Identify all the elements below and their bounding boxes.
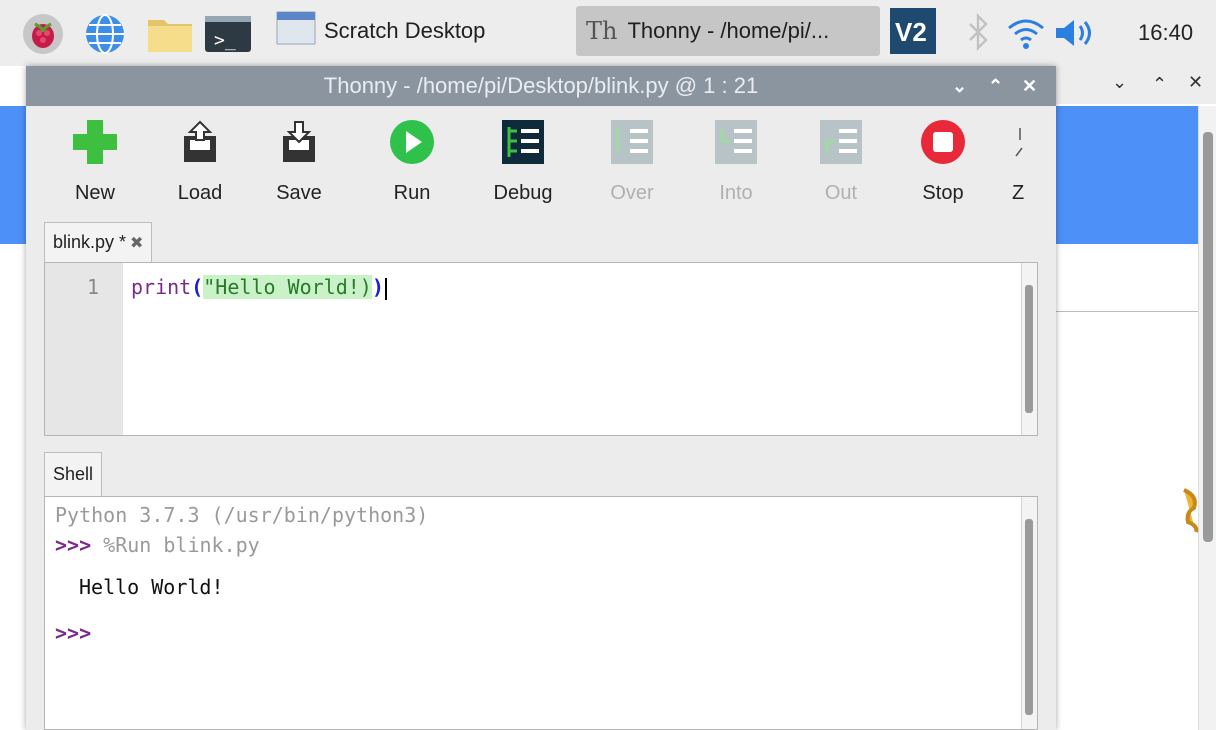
- step-over-icon: [607, 116, 657, 168]
- shell-command-line: >>> %Run blink.py: [55, 533, 260, 557]
- toolbar: New Load Save Run Debug Over Into Out St…: [26, 106, 1056, 216]
- step-out-label: Out: [824, 182, 858, 204]
- editor-scrollbar-thumb[interactable]: [1025, 285, 1033, 413]
- minimize-icon[interactable]: ⌄: [952, 76, 967, 97]
- terminal-icon[interactable]: >_: [204, 14, 252, 54]
- tab-blink-py[interactable]: blink.py * ✖: [44, 222, 153, 262]
- maximize-icon[interactable]: ⌃: [1152, 74, 1167, 95]
- close-icon[interactable]: ✕: [1022, 76, 1037, 97]
- svg-text:V2: V2: [895, 17, 927, 47]
- stop-button[interactable]: Stop: [898, 116, 988, 216]
- load-icon: [175, 116, 225, 168]
- shell-scrollbar[interactable]: [1021, 497, 1037, 729]
- run-play-icon: [387, 116, 437, 168]
- close-icon[interactable]: ✕: [1188, 72, 1203, 93]
- window-title: Thonny - /home/pi/Desktop/blink.py @ 1 :…: [323, 73, 759, 98]
- zoom-button[interactable]: Z: [1012, 116, 1042, 216]
- background-window-right: ⌄ ⌃ ✕: [1040, 66, 1216, 730]
- code-open-paren: (: [191, 275, 204, 299]
- window-titlebar[interactable]: Thonny - /home/pi/Desktop/blink.py @ 1 :…: [26, 66, 1056, 106]
- text-cursor: [384, 277, 387, 300]
- zoom-label: Z: [1012, 182, 1025, 204]
- thonny-window: Thonny - /home/pi/Desktop/blink.py @ 1 :…: [26, 66, 1056, 730]
- file-manager-folder-icon[interactable]: [146, 14, 194, 54]
- bluetooth-icon[interactable]: [966, 12, 990, 52]
- background-scrollbar-thumb[interactable]: [1203, 132, 1213, 542]
- step-out-button[interactable]: Out: [796, 116, 886, 216]
- save-icon: [274, 116, 324, 168]
- volume-icon[interactable]: [1054, 16, 1096, 50]
- raspberry-menu-icon[interactable]: [22, 13, 64, 55]
- stop-label: Stop: [922, 182, 964, 204]
- new-plus-icon: [70, 116, 120, 168]
- task-thonny[interactable]: Th Thonny - /home/pi/...: [576, 6, 880, 56]
- run-label: Run: [393, 182, 431, 204]
- clock: 16:40: [1138, 20, 1194, 45]
- editor-scrollbar[interactable]: [1021, 263, 1037, 435]
- step-over-button[interactable]: Over: [587, 116, 677, 216]
- background-divider: [1040, 244, 1200, 312]
- shell-banner: Python 3.7.3 (/usr/bin/python3): [55, 503, 429, 527]
- stop-icon: [918, 116, 968, 168]
- save-label: Save: [276, 182, 322, 204]
- shell-prompt: >>>: [55, 533, 92, 557]
- shell-output: Hello World!: [79, 575, 224, 599]
- wifi-icon[interactable]: [1006, 16, 1046, 50]
- taskbar: >_ Scratch Desktop Th Thonny - /home/pi/…: [0, 0, 1216, 66]
- load-button[interactable]: Load: [155, 116, 245, 216]
- new-button[interactable]: New: [50, 116, 140, 216]
- step-into-label: Into: [719, 182, 753, 204]
- new-label: New: [74, 182, 115, 204]
- step-over-label: Over: [610, 182, 654, 204]
- load-label: Load: [177, 182, 223, 204]
- background-banner: [1040, 106, 1200, 244]
- task-label: Scratch Desktop: [324, 18, 486, 43]
- debug-button[interactable]: Debug: [478, 116, 568, 216]
- task-scratch-desktop[interactable]: Scratch Desktop: [270, 6, 566, 56]
- background-window-titlebar: ⌄ ⌃ ✕: [1040, 66, 1216, 104]
- step-out-icon: [816, 116, 866, 168]
- code-string: "Hello World!): [203, 275, 372, 299]
- shell-command: %Run blink.py: [91, 533, 260, 557]
- close-tab-icon[interactable]: ✖: [130, 233, 143, 253]
- minimize-icon[interactable]: ⌄: [1112, 72, 1127, 93]
- debug-icon: [498, 116, 548, 168]
- code-close-paren: ): [371, 275, 384, 299]
- line-number: 1: [86, 275, 99, 299]
- thonny-icon: Th: [586, 17, 618, 45]
- run-button[interactable]: Run: [367, 116, 457, 216]
- mascot-icon: [1180, 486, 1200, 541]
- maximize-icon[interactable]: ⌃: [988, 76, 1003, 97]
- save-button[interactable]: Save: [254, 116, 344, 216]
- tab-label: blink.py *: [53, 232, 127, 252]
- svg-text:>_: >_: [214, 30, 236, 51]
- shell-console[interactable]: Python 3.7.3 (/usr/bin/python3) >>> %Run…: [44, 496, 1038, 730]
- line-number-gutter: 1: [45, 263, 123, 435]
- code-line[interactable]: print("Hello World!)): [131, 275, 387, 300]
- zoom-icon: [1012, 116, 1026, 168]
- tab-label: Shell: [53, 464, 94, 484]
- window-icon: [276, 10, 316, 52]
- code-editor[interactable]: 1 print("Hello World!)): [44, 262, 1038, 436]
- vnc-icon[interactable]: V2: [890, 8, 936, 54]
- step-into-button[interactable]: Into: [691, 116, 781, 216]
- background-window-left: [0, 66, 26, 730]
- task-label: Thonny - /home/pi/...: [627, 18, 830, 43]
- shell-prompt: >>>: [55, 621, 92, 645]
- shell-scrollbar-thumb[interactable]: [1025, 519, 1033, 715]
- shell-input-line[interactable]: >>>: [55, 621, 91, 645]
- code-func: print: [131, 275, 192, 299]
- tab-shell[interactable]: Shell: [44, 452, 103, 496]
- debug-label: Debug: [493, 182, 553, 204]
- step-into-icon: [711, 116, 761, 168]
- browser-globe-icon[interactable]: [84, 13, 126, 55]
